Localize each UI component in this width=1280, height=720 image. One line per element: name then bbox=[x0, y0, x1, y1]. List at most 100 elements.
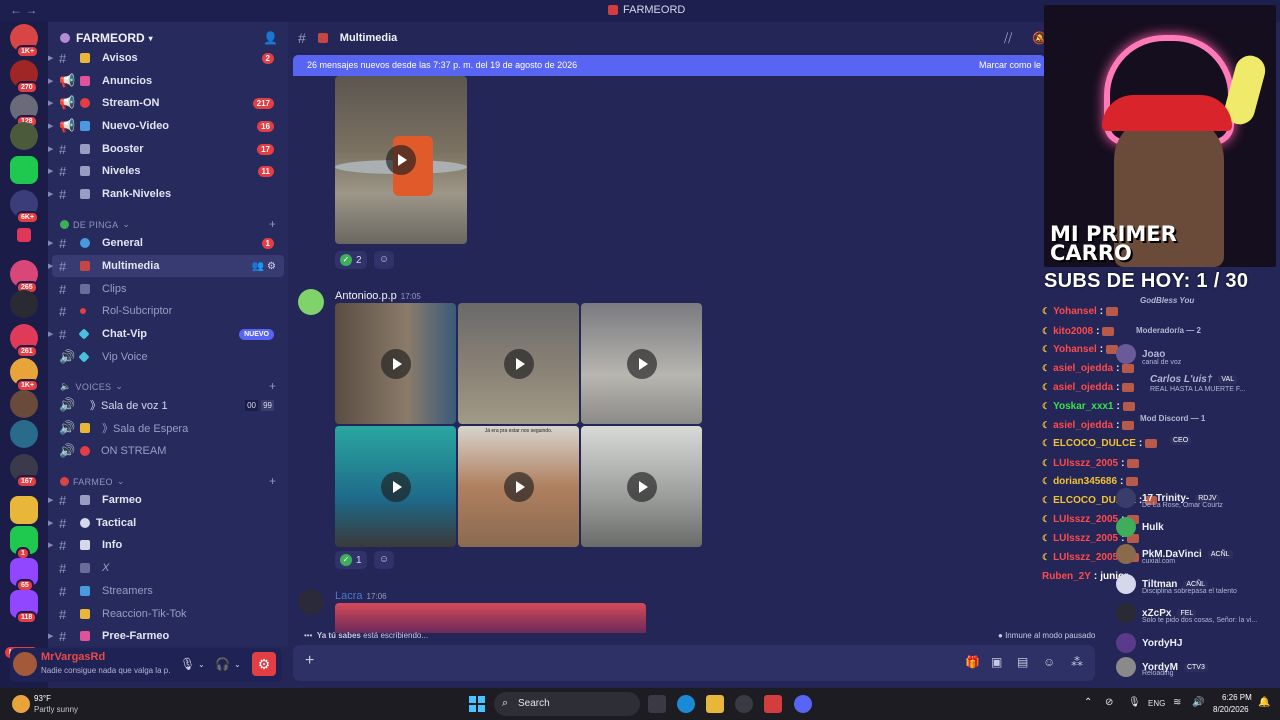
video-attachment[interactable] bbox=[458, 303, 579, 424]
channel-reaccion-tik-tok[interactable]: # Reaccion-Tik-Tok bbox=[48, 603, 288, 625]
channel-stream-on[interactable]: ▶ 📢 Stream-ON 217 bbox=[48, 92, 288, 114]
server-icon[interactable]: 6K+ bbox=[10, 190, 40, 224]
language-indicator[interactable]: ENG bbox=[1148, 699, 1165, 708]
server-icon[interactable]: 261 bbox=[10, 324, 38, 358]
channel-booster[interactable]: ▶ # Booster 17 bbox=[48, 138, 288, 160]
play-icon[interactable] bbox=[626, 471, 657, 502]
video-attachment[interactable] bbox=[581, 303, 702, 424]
server-icon[interactable]: 270 bbox=[10, 60, 38, 94]
video-attachment[interactable] bbox=[581, 426, 702, 547]
channel-general[interactable]: ▶ # General 1 bbox=[48, 232, 288, 254]
chevron-down-icon[interactable]: ⌄ bbox=[198, 660, 205, 669]
add-channel-icon[interactable]: + bbox=[269, 474, 276, 488]
discord-icon[interactable] bbox=[794, 695, 812, 713]
video-attachment[interactable] bbox=[335, 76, 467, 244]
message-author[interactable]: Antonioo.p.p 17:05 bbox=[335, 290, 421, 302]
twitch-icon[interactable]: 118 bbox=[10, 590, 38, 624]
video-attachment[interactable] bbox=[335, 426, 456, 547]
channel-farmeo[interactable]: ▶ # Farmeo bbox=[48, 489, 288, 511]
avatar[interactable] bbox=[298, 589, 324, 615]
voice-sala-espera[interactable]: 🔊 》Sala de Espera bbox=[48, 417, 288, 439]
new-messages-bar[interactable]: 26 mensajes nuevos desde las 7:37 p. m. … bbox=[293, 55, 1045, 76]
avatar[interactable] bbox=[13, 652, 37, 676]
server-icon[interactable] bbox=[10, 122, 38, 150]
category-de-pinga[interactable]: DE PINGA ⌄ bbox=[60, 219, 130, 230]
category-farmeo[interactable]: FARMEO ⌄ bbox=[60, 476, 125, 487]
channel-niveles[interactable]: ▶ # Niveles 11 bbox=[48, 160, 288, 182]
voice-sala-1[interactable]: 🔊 》Sala de voz 1 00 99 bbox=[48, 394, 288, 416]
start-button[interactable] bbox=[469, 696, 485, 712]
server-icon[interactable]: 128 bbox=[10, 94, 38, 128]
add-reaction-icon[interactable]: ☺ bbox=[374, 551, 394, 569]
microphone-icon[interactable]: 🎙 bbox=[1128, 697, 1141, 708]
server-icon[interactable]: 265 bbox=[10, 260, 38, 294]
back-forward-icon[interactable]: ← → bbox=[10, 3, 37, 17]
clock-time[interactable]: 6:26 PM bbox=[1222, 693, 1252, 702]
channel-multimedia[interactable]: ▶ # Multimedia 👥 ⚙ bbox=[48, 255, 284, 277]
file-explorer-icon[interactable] bbox=[706, 695, 724, 713]
app-icon[interactable] bbox=[764, 695, 782, 713]
play-icon[interactable] bbox=[386, 145, 416, 175]
gift-icon[interactable]: 🎁 bbox=[965, 655, 980, 669]
invite-settings-icon[interactable]: 👥 ⚙ bbox=[252, 261, 276, 272]
folder-icon[interactable] bbox=[10, 496, 38, 524]
attach-plus-icon[interactable]: + bbox=[305, 652, 314, 670]
message-author[interactable]: Lacra 17:06 bbox=[335, 590, 387, 602]
reaction-check[interactable]: ✓ 1 bbox=[335, 551, 367, 569]
channel-pree-farmeo[interactable]: ▶ # Pree-Farmeo bbox=[48, 625, 288, 646]
play-icon[interactable] bbox=[380, 348, 411, 379]
avatar[interactable] bbox=[298, 289, 324, 315]
channel-avisos[interactable]: ▶ # Avisos 2 bbox=[48, 47, 288, 69]
gif-icon[interactable]: ▣ bbox=[991, 655, 1002, 669]
voice-on-stream[interactable]: 🔊 ON STREAM bbox=[48, 440, 288, 462]
reaction-check[interactable]: ✓ 2 bbox=[335, 251, 367, 269]
chevron-down-icon[interactable]: ⌄ bbox=[234, 660, 241, 669]
twitch-icon[interactable]: 65 bbox=[10, 558, 38, 592]
network-off-icon[interactable]: ⊘ bbox=[1105, 697, 1113, 708]
embed-preview[interactable] bbox=[335, 603, 646, 633]
play-icon[interactable] bbox=[380, 471, 411, 502]
channel-tactical[interactable]: ▶ # Tactical bbox=[48, 512, 288, 534]
server-icon[interactable] bbox=[17, 228, 31, 242]
play-icon[interactable] bbox=[626, 348, 657, 379]
server-icon[interactable]: 1 bbox=[10, 526, 38, 560]
mark-read-button[interactable]: Marcar como le bbox=[979, 60, 1041, 70]
app-icon[interactable] bbox=[735, 695, 753, 713]
server-icon[interactable] bbox=[10, 420, 38, 448]
play-icon[interactable] bbox=[503, 348, 534, 379]
headphones-icon[interactable]: 🎧 bbox=[215, 657, 230, 671]
play-icon[interactable] bbox=[503, 471, 534, 502]
wifi-icon[interactable]: ≋ bbox=[1173, 697, 1181, 708]
notification-icon[interactable]: 🔔 bbox=[1258, 697, 1270, 708]
channel-vip-voice[interactable]: 🔊 Vip Voice bbox=[48, 346, 288, 368]
invite-icon[interactable]: 👤 bbox=[263, 31, 278, 45]
channel-info[interactable]: ▶ # Info bbox=[48, 534, 288, 556]
channel-anuncios[interactable]: ▶ 📢 Anuncios bbox=[48, 70, 288, 92]
clock-date[interactable]: 8/20/2026 bbox=[1213, 705, 1249, 714]
chevron-up-icon[interactable]: ⌃ bbox=[1084, 697, 1092, 708]
video-attachment[interactable] bbox=[335, 303, 456, 424]
sticker-icon[interactable]: ▤ bbox=[1017, 655, 1028, 669]
microphone-icon[interactable]: 🎙 bbox=[180, 657, 195, 671]
channel-chat-vip[interactable]: ▶ # Chat-Vip NUEVO bbox=[48, 323, 288, 345]
server-icon[interactable] bbox=[10, 390, 38, 418]
server-icon[interactable] bbox=[10, 156, 38, 184]
server-icon[interactable]: 167 bbox=[10, 454, 38, 488]
channel-rank-niveles[interactable]: ▶ # Rank-Niveles bbox=[48, 183, 288, 205]
add-channel-icon[interactable]: + bbox=[269, 379, 276, 393]
add-reaction-icon[interactable]: ☺ bbox=[374, 251, 394, 269]
video-attachment[interactable]: Já era pra estar nos seguindo. bbox=[458, 426, 579, 547]
task-view-icon[interactable] bbox=[648, 695, 666, 713]
channel-nuevo-video[interactable]: ▶ 📢 Nuevo-Video 16 bbox=[48, 115, 288, 137]
server-icon[interactable]: 1K+ bbox=[10, 358, 40, 392]
edge-icon[interactable] bbox=[677, 695, 695, 713]
server-icon[interactable] bbox=[10, 290, 38, 318]
channel-clips[interactable]: # Clips bbox=[48, 278, 288, 300]
add-channel-icon[interactable]: + bbox=[269, 217, 276, 231]
taskbar-search[interactable]: ⌕ Search bbox=[494, 692, 640, 716]
server-icon[interactable]: 1K+ bbox=[10, 24, 40, 58]
weather-icon[interactable] bbox=[12, 695, 30, 713]
settings-button[interactable]: ⚙ bbox=[252, 652, 276, 676]
threads-icon[interactable]: ⧸⧸ bbox=[1004, 31, 1012, 46]
message-composer[interactable]: + 🎁 ▣ ▤ ☺ ⁂ bbox=[293, 645, 1095, 681]
